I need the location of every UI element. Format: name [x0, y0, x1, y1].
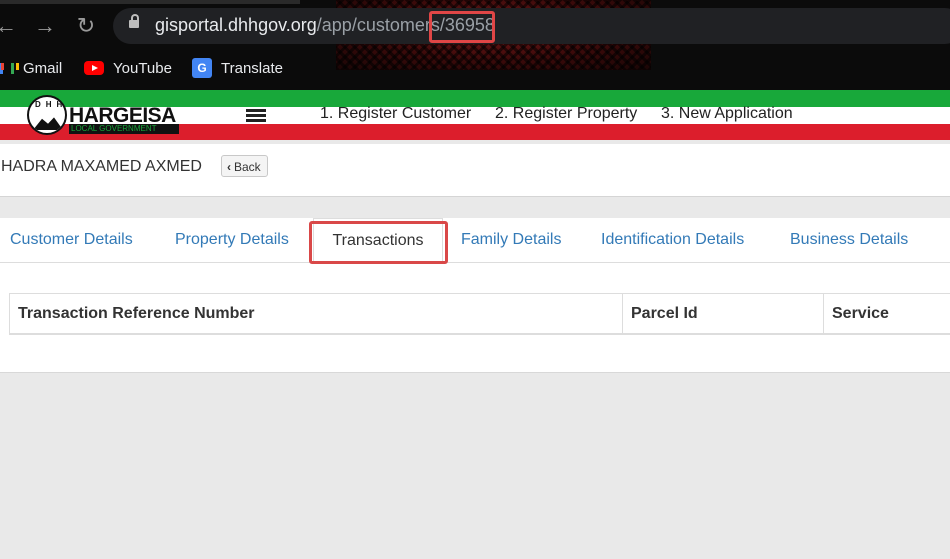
gmail-icon — [0, 62, 19, 74]
logo-emblem-icon: DHH — [27, 95, 67, 135]
chevron-left-icon: ‹ — [227, 160, 231, 174]
bookmark-label: Translate — [221, 59, 283, 77]
tab-property-details[interactable]: Property Details — [175, 231, 289, 249]
transactions-table: Transaction Reference Number Parcel Id S… — [9, 293, 950, 335]
back-button-label: Back — [234, 160, 261, 174]
transactions-tab-highlight-box — [309, 221, 448, 264]
back-arrow-icon[interactable]: ← — [0, 14, 18, 38]
column-header-service[interactable]: Service — [823, 294, 950, 334]
tab-family-details[interactable]: Family Details — [461, 231, 561, 249]
youtube-icon — [84, 61, 104, 75]
back-button[interactable]: ‹ Back — [221, 155, 268, 177]
bookmark-translate[interactable]: G Translate — [192, 56, 283, 80]
tab-identification-details[interactable]: Identification Details — [601, 231, 744, 249]
url-host: gisportal.dhhgov.org — [155, 15, 317, 35]
menu-hamburger-icon[interactable] — [246, 109, 266, 123]
logo-letters: DHH — [35, 100, 67, 109]
nav-register-customer[interactable]: 1. Register Customer — [320, 105, 471, 123]
forward-arrow-icon[interactable]: → — [33, 14, 57, 38]
bookmarks-bar: Gmail YouTube G Translate — [0, 56, 950, 80]
nav-register-property[interactable]: 2. Register Property — [495, 105, 637, 123]
tab-strip-edge — [0, 0, 300, 4]
bookmark-gmail[interactable]: Gmail — [0, 56, 62, 80]
address-bar[interactable]: gisportal.dhhgov.org/app/customers/36958 — [113, 8, 950, 44]
customer-header-panel: HADRA MAXAMED AXMED ‹ Back — [0, 144, 950, 197]
reload-icon[interactable]: ↻ — [74, 14, 98, 38]
lock-icon — [129, 14, 139, 28]
logo-subtitle: LOCAL GOVERNMENT — [69, 124, 179, 134]
tab-customer-details[interactable]: Customer Details — [10, 231, 133, 249]
tab-business-details[interactable]: Business Details — [790, 231, 908, 249]
customer-name-title: HADRA MAXAMED AXMED — [1, 158, 202, 175]
bookmark-youtube[interactable]: YouTube — [84, 56, 172, 80]
column-header-transaction-reference[interactable]: Transaction Reference Number — [10, 294, 622, 334]
bookmark-label: Gmail — [23, 59, 63, 77]
bookmark-label: YouTube — [113, 59, 172, 77]
hargeisa-logo[interactable]: DHH HARGEISA LOCAL GOVERNMENT — [27, 95, 187, 139]
google-translate-icon: G — [192, 58, 212, 78]
column-header-parcel-id[interactable]: Parcel Id — [622, 294, 823, 334]
nav-new-application[interactable]: 3. New Application — [661, 105, 793, 123]
customer-tabs-panel: Customer Details Property Details Transa… — [0, 218, 950, 373]
url-id-highlight-box — [429, 11, 495, 43]
